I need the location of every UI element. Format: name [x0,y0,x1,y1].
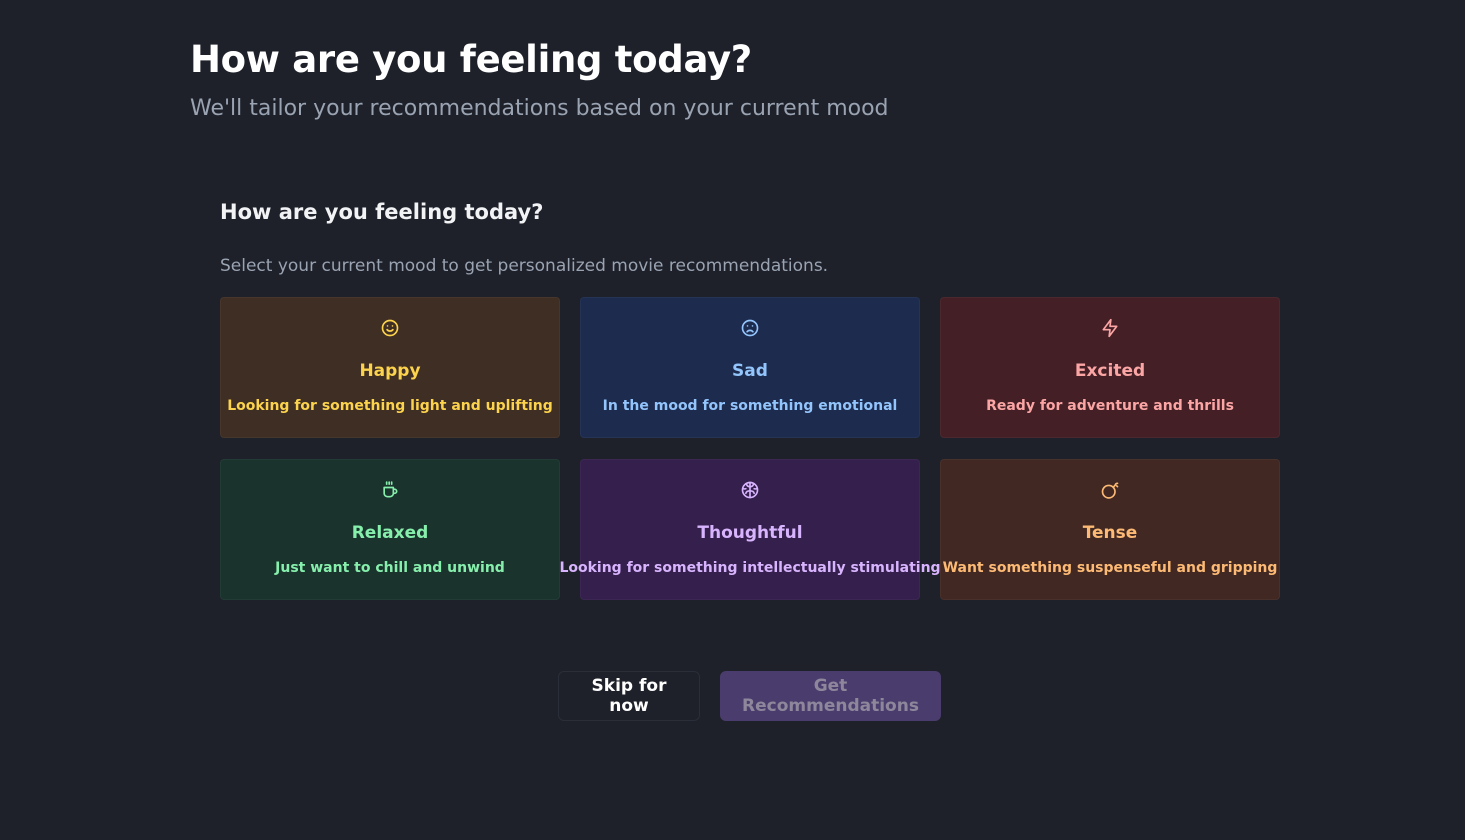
mood-name: Relaxed [351,523,429,543]
mood-description: Want something suspenseful and gripping [942,560,1278,576]
mood-card-thoughtful[interactable]: Thoughtful Looking for something intelle… [559,459,941,600]
mood-description: In the mood for something emotional [602,398,898,414]
mood-card-sad[interactable]: Sad In the mood for something emotional [580,297,920,438]
mood-description: Looking for something light and upliftin… [227,398,553,414]
mood-description: Looking for something intellectually sti… [559,560,941,576]
section-description: Select your current mood to get personal… [220,256,829,276]
mood-selector: How are you feeling today? Select your c… [220,200,1280,600]
mood-page: How are you feeling today? We'll tailor … [0,0,1465,840]
mood-name: Excited [1074,361,1146,381]
get-recommendations-button[interactable]: Get Recommendations [720,671,941,721]
skip-button[interactable]: Skip for now [558,671,700,721]
bomb-icon [1100,480,1120,500]
mood-name: Tense [1082,523,1138,543]
smile-icon [380,318,400,338]
brain-icon [740,480,760,500]
page-title: How are you feeling today? [190,38,752,81]
action-bar: Skip for now Get Recommendations [558,671,941,721]
section-title: How are you feeling today? [220,200,544,224]
mood-card-tense[interactable]: Tense Want something suspenseful and gri… [940,459,1280,600]
page-subtitle: We'll tailor your recommendations based … [190,96,889,121]
mood-description: Just want to chill and unwind [275,560,505,576]
mood-card-relaxed[interactable]: Relaxed Just want to chill and unwind [220,459,560,600]
coffee-icon [380,480,400,500]
frown-icon [740,318,760,338]
mood-grid: Happy Looking for something light and up… [220,297,1280,600]
zap-icon [1100,318,1120,338]
mood-card-happy[interactable]: Happy Looking for something light and up… [220,297,560,438]
mood-card-excited[interactable]: Excited Ready for adventure and thrills [940,297,1280,438]
mood-name: Sad [732,361,768,381]
mood-name: Happy [359,361,421,381]
mood-description: Ready for adventure and thrills [986,398,1234,414]
mood-name: Thoughtful [697,523,803,543]
